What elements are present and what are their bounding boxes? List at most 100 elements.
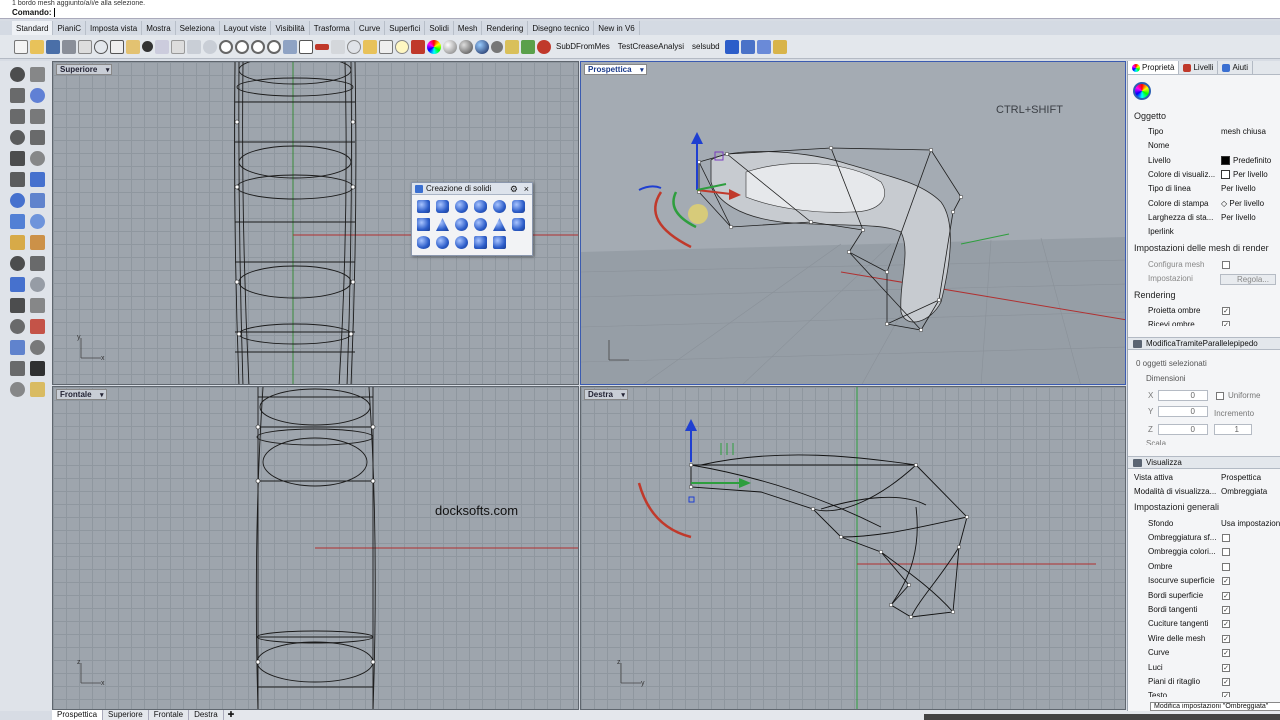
lightbulb-icon[interactable]	[395, 39, 409, 54]
test-crease-analysis-button[interactable]: TestCreaseAnalysi	[615, 42, 687, 51]
tab-rendering[interactable]: Rendering	[482, 21, 529, 35]
viewport-front-label[interactable]: Frontale ▾	[56, 389, 107, 400]
mesh-tool-icon[interactable]	[772, 39, 787, 54]
set-cplane-icon[interactable]	[315, 43, 329, 50]
object-prop-value[interactable]: Per livello	[1221, 182, 1280, 196]
solid-icon[interactable]	[740, 39, 755, 54]
object-prop-value[interactable]: Per livello	[1221, 168, 1280, 182]
display-option-checkbox[interactable]: ✓	[1222, 577, 1230, 586]
display-option-checkbox[interactable]: ✓	[1222, 663, 1230, 672]
background-value[interactable]: Usa impostazioni	[1221, 517, 1280, 531]
polygon-icon[interactable]	[10, 151, 25, 166]
new-file-icon[interactable]	[14, 39, 28, 54]
loft-icon[interactable]	[10, 235, 25, 250]
options-gear-icon[interactable]	[491, 40, 503, 53]
viewport-tab-destra[interactable]: Destra	[189, 710, 224, 720]
display-option-checkbox[interactable]	[1222, 534, 1230, 542]
material-icon[interactable]	[427, 39, 441, 54]
ellipse-icon[interactable]	[30, 109, 45, 124]
box-tool-icon[interactable]	[10, 193, 25, 208]
redo-icon[interactable]	[155, 39, 169, 54]
extrude-icon[interactable]	[756, 39, 771, 54]
zoom-window-icon[interactable]	[235, 39, 249, 54]
ellipse-solid-icon[interactable]	[417, 236, 430, 249]
zoom-selected-icon[interactable]	[267, 39, 281, 54]
truncated-cone-icon[interactable]	[455, 218, 468, 231]
subd-from-mesh-button[interactable]: SubDFromMes	[553, 42, 613, 51]
box-solid-icon[interactable]	[417, 200, 430, 213]
display-option-checkbox[interactable]	[1222, 548, 1230, 557]
tab-layers[interactable]: Livelli	[1179, 61, 1219, 74]
pan-icon[interactable]	[187, 39, 201, 54]
extrude-tool-icon[interactable]	[30, 214, 45, 229]
display-option-checkbox[interactable]	[1222, 562, 1230, 571]
array-icon[interactable]	[10, 319, 25, 334]
select-arrow-icon[interactable]	[10, 67, 25, 82]
rectangle-icon[interactable]	[30, 130, 45, 145]
open-folder-icon[interactable]	[30, 39, 44, 54]
sphere-tool-icon[interactable]	[30, 193, 45, 208]
analyze-icon[interactable]	[30, 340, 45, 355]
tab-properties[interactable]: Proprietà	[1128, 61, 1180, 74]
viewport-tab-frontale[interactable]: Frontale	[149, 710, 190, 720]
torus-icon[interactable]	[436, 236, 449, 249]
dimension-icon[interactable]	[30, 298, 45, 313]
viewport-perspective-label[interactable]: Prospettica ▾	[584, 64, 647, 75]
chevron-down-icon[interactable]: ▾	[640, 66, 644, 75]
freeform-icon[interactable]	[30, 151, 45, 166]
zoom-extents-icon[interactable]	[251, 39, 265, 54]
material-tool-icon[interactable]	[10, 382, 25, 397]
tube-icon[interactable]	[512, 218, 525, 231]
check-icon[interactable]	[30, 361, 45, 376]
tab-solidi[interactable]: Solidi	[425, 21, 454, 35]
tab-visibilita[interactable]: Visibilità	[271, 21, 310, 35]
viewport-front[interactable]: z x Frontale ▾ docksofts.com	[52, 386, 579, 710]
tetrahedron-icon[interactable]	[493, 218, 506, 231]
tab-pianic[interactable]: PianiC	[53, 21, 87, 35]
layer-icon[interactable]	[411, 39, 425, 54]
rendered-sphere-icon[interactable]	[475, 39, 489, 54]
tab-disegno-tecnico[interactable]: Disegno tecnico	[528, 21, 595, 35]
x-input[interactable]: 0	[1158, 390, 1208, 401]
display-option-checkbox[interactable]: ✓	[1222, 678, 1230, 686]
ellipsoid-icon[interactable]	[474, 200, 487, 213]
history-icon[interactable]	[505, 39, 519, 54]
command-line[interactable]: Comando:	[0, 7, 1280, 19]
cone-solid-icon[interactable]	[436, 218, 449, 231]
undo-icon[interactable]	[142, 41, 153, 52]
increment-input[interactable]: 1	[1214, 424, 1252, 435]
hide-icon[interactable]	[363, 39, 377, 54]
save-icon[interactable]	[46, 39, 60, 54]
print-icon[interactable]	[62, 39, 76, 54]
tab-superfici[interactable]: Superfici	[385, 21, 426, 35]
sphere-icon[interactable]	[455, 200, 468, 213]
mesh-icon[interactable]	[10, 340, 25, 355]
zoom-in-icon[interactable]	[219, 39, 233, 54]
display-option-checkbox[interactable]: ✓	[1222, 620, 1230, 629]
display-option-checkbox[interactable]: ✓	[1222, 606, 1230, 614]
cast-shadows-checkbox[interactable]: ✓	[1222, 307, 1230, 315]
properties-icon[interactable]	[78, 39, 92, 54]
lock-icon[interactable]	[379, 39, 393, 54]
sweep-icon[interactable]	[30, 235, 45, 250]
y-input[interactable]: 0	[1158, 406, 1208, 417]
tab-imposta-vista[interactable]: Imposta vista	[86, 21, 143, 35]
arc-icon[interactable]	[10, 130, 25, 145]
undo-view-icon[interactable]	[283, 39, 297, 54]
grasshopper-icon[interactable]	[521, 39, 535, 54]
uniform-checkbox[interactable]	[1216, 392, 1224, 400]
curve-icon[interactable]	[30, 88, 45, 103]
solid-panel-titlebar[interactable]: Creazione di solidi ⚙ ×	[412, 183, 532, 195]
text-icon[interactable]	[10, 298, 25, 313]
tab-mostra[interactable]: Mostra	[142, 21, 176, 35]
viewport-right[interactable]: z y Destra ▾	[580, 386, 1126, 710]
receive-shadows-checkbox[interactable]: ✓	[1222, 321, 1230, 326]
viewport-top-label[interactable]: Superiore ▾	[56, 64, 113, 75]
grid-snap-icon[interactable]	[331, 39, 345, 54]
custom-mesh-checkbox[interactable]	[1222, 261, 1230, 269]
tab-standard[interactable]: Standard	[12, 21, 54, 35]
display-option-checkbox[interactable]: ✓	[1222, 649, 1230, 658]
cap-icon[interactable]	[493, 236, 506, 249]
display-panel-header[interactable]: Visualizza	[1128, 456, 1280, 469]
modify-box-panel-header[interactable]: ModificaTramiteParallelepipedo	[1128, 337, 1280, 350]
